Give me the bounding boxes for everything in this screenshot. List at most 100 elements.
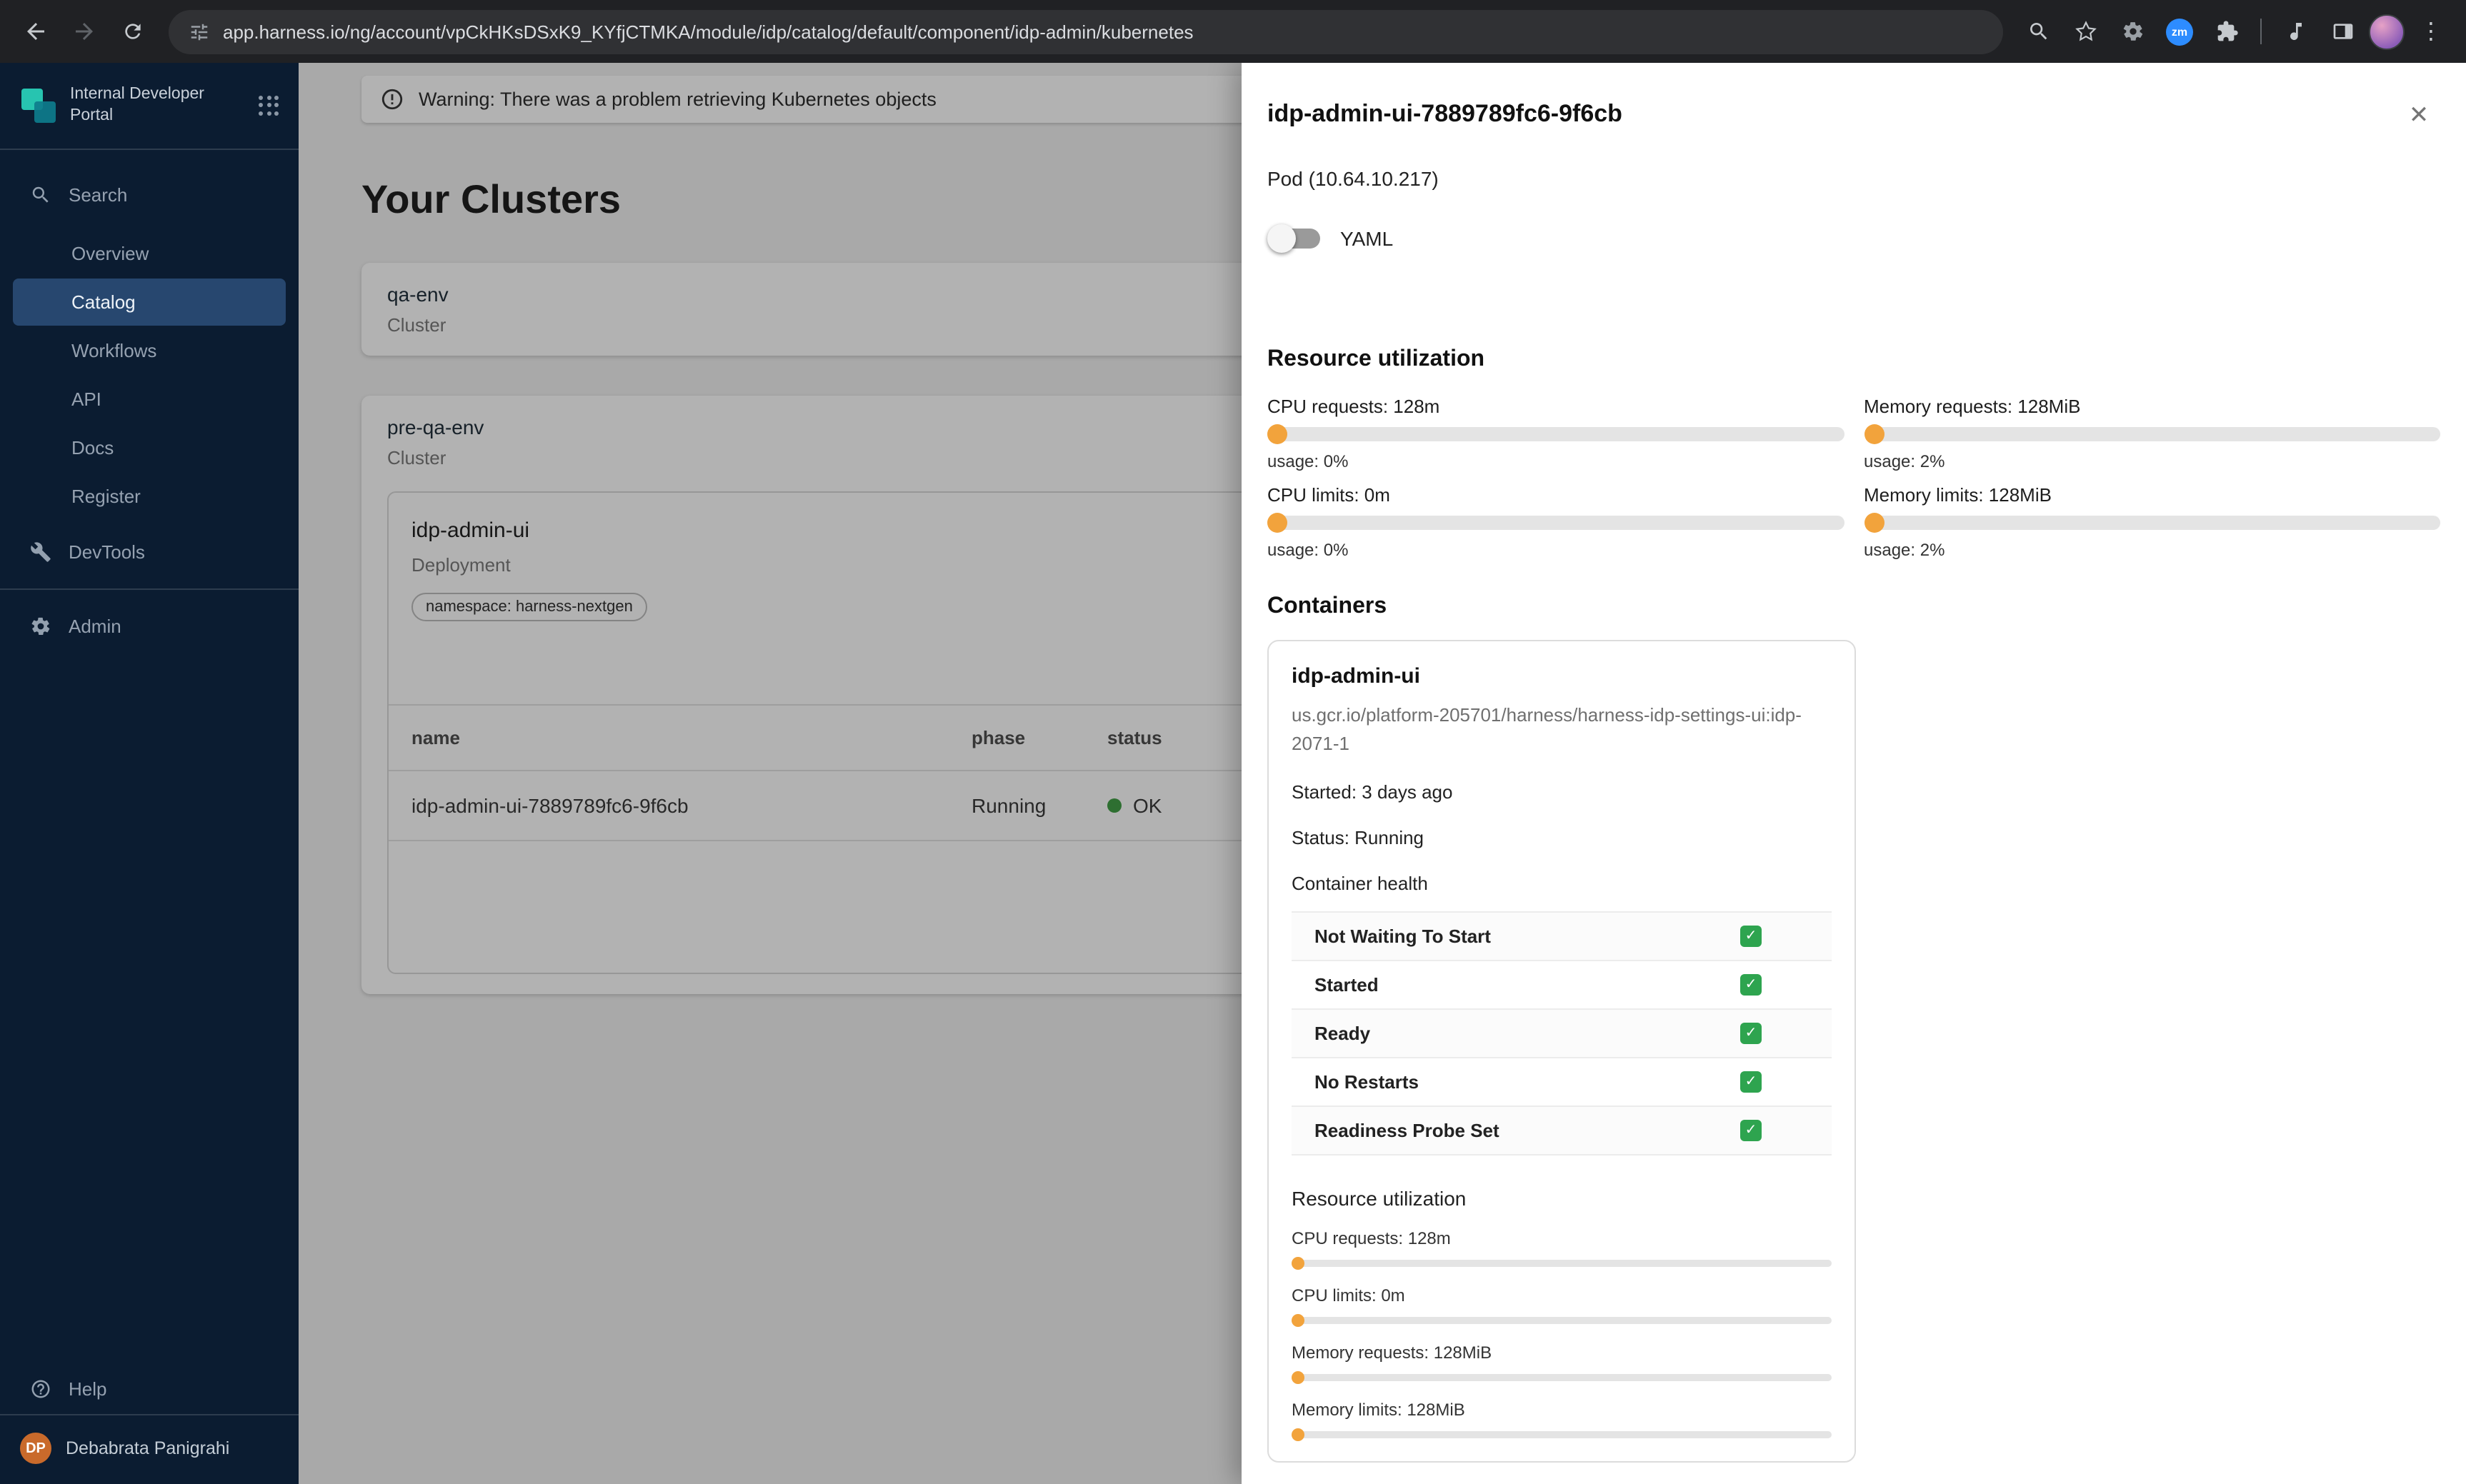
meter-label: Memory requests: 128MiB xyxy=(1292,1343,1492,1363)
meter-fill-dot xyxy=(1292,1371,1304,1384)
meter-track xyxy=(1864,513,2440,533)
sidebar-item-overview[interactable]: Overview xyxy=(13,230,286,277)
back-button[interactable] xyxy=(14,10,57,53)
meter-label: CPU limits: 0m xyxy=(1292,1285,1405,1305)
star-icon xyxy=(2075,21,2096,41)
resource-utilization-heading: Resource utilization xyxy=(1267,347,1485,371)
meter-track xyxy=(1292,1257,1832,1270)
sidebar-item-catalog[interactable]: Catalog xyxy=(13,278,286,326)
check-icon: ✓ xyxy=(1740,926,1762,947)
meter-fill-dot xyxy=(1292,1428,1304,1441)
toolbar-divider xyxy=(2260,19,2262,44)
sidebar-item-label: DevTools xyxy=(69,541,145,563)
yaml-toggle-label: YAML xyxy=(1340,227,1394,250)
meter-label: CPU limits: 0m xyxy=(1267,484,1390,506)
meter-track xyxy=(1292,1314,1832,1327)
sidebar-item-register[interactable]: Register xyxy=(13,473,286,520)
meter-track xyxy=(1267,424,1844,444)
yaml-toggle-row: YAML xyxy=(1267,224,2440,253)
bookmark-button[interactable] xyxy=(2065,11,2106,52)
health-check-row: Readiness Probe Set ✓ xyxy=(1292,1107,1832,1155)
help-icon xyxy=(29,1378,51,1400)
sidebar-item-label: Help xyxy=(69,1378,107,1400)
site-controls-icon[interactable] xyxy=(189,21,210,42)
user-name: Debabrata Panigrahi xyxy=(66,1438,230,1458)
meter-memory-limits: Memory limits: 128MiB usage: 2% xyxy=(1864,484,2440,560)
url-bar[interactable]: app.harness.io/ng/account/vpCkHKsDSxK9_K… xyxy=(169,9,2003,54)
health-check-label: No Restarts xyxy=(1314,1071,1419,1093)
gear-icon xyxy=(2122,22,2142,41)
search-icon xyxy=(2029,22,2047,40)
sidebar-item-label: Catalog xyxy=(71,291,136,313)
container-health-heading: Container health xyxy=(1292,873,1428,894)
extension-gear-button[interactable] xyxy=(2112,11,2153,52)
forward-button[interactable] xyxy=(63,10,106,53)
url-text: app.harness.io/ng/account/vpCkHKsDSxK9_K… xyxy=(223,21,1194,42)
sidebar-item-devtools[interactable]: DevTools xyxy=(13,528,286,576)
refresh-button[interactable] xyxy=(111,10,154,53)
container-meter-memory-limits: Memory limits: 128MiB xyxy=(1292,1400,1832,1441)
toggle-thumb-icon xyxy=(1267,224,1296,253)
health-check-row: Ready ✓ xyxy=(1292,1010,1832,1058)
sidebar-item-workflows[interactable]: Workflows xyxy=(13,327,286,374)
sidebar-divider xyxy=(0,588,299,590)
meter-fill-dot xyxy=(1864,424,1884,444)
container-meter-cpu-requests: CPU requests: 128m xyxy=(1292,1228,1832,1270)
container-health-table: Not Waiting To Start ✓ Started ✓ Ready ✓… xyxy=(1292,911,1832,1155)
sidebar-item-admin[interactable]: Admin xyxy=(13,603,286,650)
container-meter-memory-requests: Memory requests: 128MiB xyxy=(1292,1343,1832,1384)
sidebar-search-label: Search xyxy=(69,184,128,206)
containers-heading: Containers xyxy=(1267,594,1387,618)
sidebar-nav: Overview Catalog Workflows API Docs Regi… xyxy=(0,229,299,577)
sidebar-user[interactable]: DP Debabrata Panigrahi xyxy=(0,1415,299,1484)
extensions-button[interactable] xyxy=(2206,11,2247,52)
meter-label: Memory limits: 128MiB xyxy=(1864,484,2052,506)
health-check-row: Started ✓ xyxy=(1292,961,1832,1010)
meter-usage: usage: 0% xyxy=(1267,451,1349,471)
health-check-label: Ready xyxy=(1314,1023,1371,1044)
puzzle-icon xyxy=(2217,21,2237,41)
meter-fill-dot xyxy=(1267,424,1287,444)
check-icon: ✓ xyxy=(1740,1023,1762,1044)
side-panel-button[interactable] xyxy=(2322,11,2363,52)
health-check-label: Readiness Probe Set xyxy=(1314,1120,1499,1141)
zoom-extension-button[interactable]: zm xyxy=(2159,11,2200,52)
drawer-close-button[interactable]: ✕ xyxy=(2397,94,2440,137)
search-icon xyxy=(29,185,51,206)
kebab-menu-icon: ⋮ xyxy=(2420,20,2442,44)
sidebar-item-docs[interactable]: Docs xyxy=(13,424,286,471)
meter-track xyxy=(1292,1371,1832,1384)
meter-label: CPU requests: 128m xyxy=(1292,1228,1451,1248)
meter-track xyxy=(1267,513,1844,533)
browser-profile-avatar[interactable] xyxy=(2369,14,2405,49)
zoom-extension-icon: zm xyxy=(2166,18,2193,45)
back-icon xyxy=(27,23,44,40)
container-name: idp-admin-ui xyxy=(1292,664,1420,688)
gear-icon xyxy=(29,616,51,637)
meter-usage: usage: 2% xyxy=(1864,540,1945,560)
idp-logo xyxy=(21,88,56,123)
meter-label: Memory requests: 128MiB xyxy=(1864,396,2081,417)
meter-fill-dot xyxy=(1864,513,1884,533)
check-icon: ✓ xyxy=(1740,974,1762,996)
browser-menu-button[interactable]: ⋮ xyxy=(2410,11,2452,52)
app-root: app.harness.io/ng/account/vpCkHKsDSxK9_K… xyxy=(0,0,2466,1484)
search-tab-button[interactable] xyxy=(2017,11,2059,52)
pod-meters-grid: CPU requests: 128m usage: 0% Memory requ… xyxy=(1267,396,2440,560)
container-card: idp-admin-ui us.gcr.io/platform-205701/h… xyxy=(1267,640,1856,1463)
media-controls-button[interactable] xyxy=(2275,11,2316,52)
apps-grid-icon[interactable] xyxy=(259,95,279,116)
sidebar-search[interactable]: Search xyxy=(13,167,286,224)
sidebar-item-label: API xyxy=(71,388,101,410)
meter-memory-requests: Memory requests: 128MiB usage: 2% xyxy=(1864,396,2440,471)
sidebar-item-api[interactable]: API xyxy=(13,376,286,423)
sidebar: Internal Developer Portal Search Overvie… xyxy=(0,63,299,1484)
meter-usage: usage: 2% xyxy=(1864,451,1945,471)
meter-usage: usage: 0% xyxy=(1267,540,1349,560)
meter-fill-dot xyxy=(1267,513,1287,533)
meter-label: Memory limits: 128MiB xyxy=(1292,1400,1465,1420)
check-icon: ✓ xyxy=(1740,1071,1762,1093)
meter-label: CPU requests: 128m xyxy=(1267,396,1440,417)
yaml-toggle[interactable] xyxy=(1267,224,1320,253)
sidebar-item-help[interactable]: Help xyxy=(13,1365,286,1413)
